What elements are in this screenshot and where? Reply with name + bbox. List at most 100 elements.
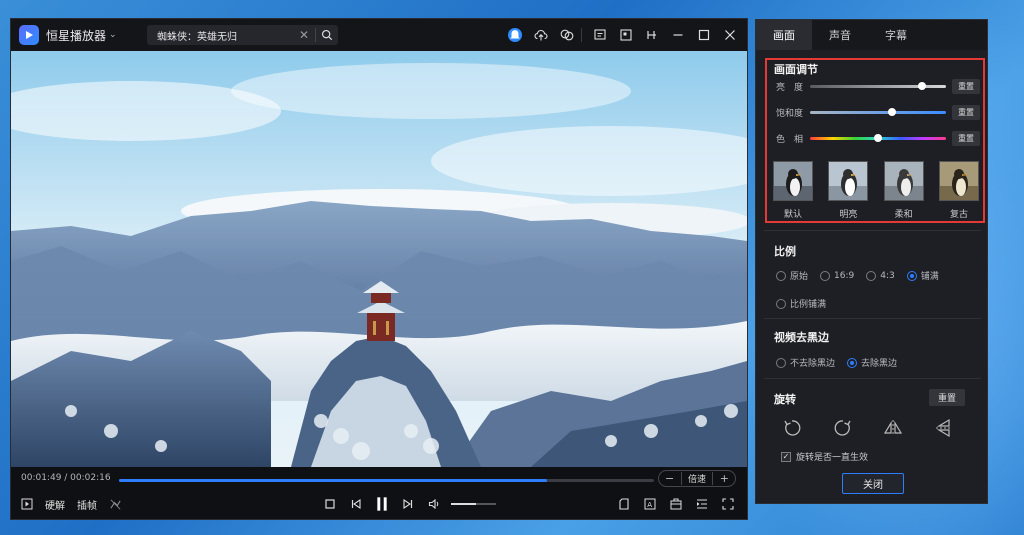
stop-icon[interactable] (319, 493, 341, 515)
feedback-icon[interactable] (589, 24, 611, 46)
ratio-proportional-fill-option[interactable]: 比例铺满 (776, 297, 826, 310)
subtitle-icon[interactable]: A (639, 493, 661, 515)
rotate-title: 旋转 (774, 393, 796, 406)
volume-slider[interactable] (451, 503, 496, 505)
control-center-group (319, 493, 496, 515)
rotate-right-icon[interactable] (831, 416, 855, 440)
flip-horizontal-icon[interactable] (881, 416, 905, 440)
ratio-proportional-fill-label: 比例铺满 (790, 300, 827, 310)
minimize-icon[interactable] (667, 24, 689, 46)
ratio-4-3-option[interactable]: 4:3 (866, 270, 895, 281)
brightness-reset-button[interactable]: 重置 (952, 78, 980, 94)
saturation-thumb[interactable] (887, 107, 896, 116)
keep-border-option[interactable]: 不去除黑边 (776, 356, 835, 369)
rotate-actions (780, 416, 956, 440)
preset-soft[interactable]: 柔和 (883, 161, 924, 220)
skin-icon[interactable] (615, 24, 637, 46)
app-name[interactable]: 恒星播放器 (46, 27, 106, 44)
tab-subtitle[interactable]: 字幕 (868, 20, 924, 50)
control-bar: 00:01:49 / 00:02:16 − 倍速 + 硬解 插帧 A (11, 467, 747, 519)
app-menu-chevron-icon[interactable]: ⌄ (109, 30, 117, 40)
hue-reset-button[interactable]: 重置 (952, 130, 980, 146)
saturation-row: 饱和度 重置 (776, 104, 982, 120)
radio-indicator-selected[interactable] (847, 357, 858, 368)
toolbox-icon[interactable] (665, 493, 687, 515)
radio-indicator[interactable] (820, 270, 831, 281)
preset-soft-thumbnail[interactable] (883, 161, 924, 201)
radio-indicator-selected[interactable] (906, 270, 917, 281)
saturation-reset-button[interactable]: 重置 (952, 104, 980, 120)
saturation-slider[interactable] (810, 107, 946, 116)
frame-insert-button[interactable]: 插帧 (77, 497, 97, 512)
speed-label[interactable]: 倍速 (680, 472, 713, 485)
maximize-icon[interactable] (693, 24, 715, 46)
speed-increase-button[interactable]: + (720, 472, 729, 485)
fullscreen-icon[interactable] (717, 493, 739, 515)
radio-indicator[interactable] (776, 298, 786, 309)
search-input[interactable]: 蜘蛛侠：英雄无归 (157, 28, 299, 43)
time-display: 00:01:49 / 00:02:16 (21, 473, 111, 483)
preset-bright-thumbnail[interactable] (828, 161, 869, 201)
brightness-slider[interactable] (810, 81, 946, 90)
section-divider (764, 318, 981, 319)
preset-bright-label: 明亮 (839, 210, 858, 220)
hue-row: 色 相 重置 (776, 130, 982, 146)
radio-indicator[interactable] (866, 270, 877, 281)
ratio-options-row-2: 比例铺满 (776, 297, 838, 310)
remove-border-option[interactable]: 去除黑边 (847, 356, 897, 369)
brightness-row: 亮 度 重置 (776, 78, 982, 94)
app-logo-icon[interactable] (19, 25, 39, 45)
hw-decode-button[interactable]: 硬解 (45, 497, 65, 512)
picture-adjust-title: 画面调节 (774, 63, 818, 76)
clear-search-icon[interactable]: ✕ (299, 28, 309, 42)
preset-retro-thumbnail[interactable] (938, 161, 979, 201)
flip-vertical-icon[interactable] (932, 416, 956, 440)
ratio-fill-option[interactable]: 铺满 (906, 269, 939, 282)
hue-thumb[interactable] (874, 133, 882, 142)
volume-icon[interactable] (423, 493, 445, 515)
rotate-left-icon[interactable] (780, 416, 804, 440)
search-box[interactable]: 蜘蛛侠：英雄无归 ✕ (147, 25, 338, 45)
pause-icon[interactable] (371, 493, 393, 515)
progress-fill (119, 479, 547, 482)
extra-effect-icon[interactable] (109, 498, 122, 511)
tab-audio[interactable]: 声音 (812, 20, 868, 50)
previous-icon[interactable] (345, 493, 367, 515)
preset-default[interactable]: 默认 (773, 161, 813, 220)
hue-slider[interactable] (810, 133, 946, 142)
pin-icon[interactable] (641, 24, 663, 46)
player-window: 恒星播放器 ⌄ 蜘蛛侠：英雄无归 ✕ 00:01:49 / 00:02:16 −… (10, 18, 748, 520)
tab-picture[interactable]: 画面 (756, 20, 812, 50)
close-icon[interactable] (719, 24, 741, 46)
video-frame[interactable] (11, 51, 747, 467)
notification-icon[interactable] (504, 24, 526, 46)
speed-decrease-button[interactable]: − (665, 472, 674, 485)
search-icon[interactable] (316, 25, 338, 45)
playlist-toggle-icon[interactable] (691, 493, 713, 515)
radio-indicator[interactable] (776, 357, 786, 368)
svg-text:A: A (647, 501, 652, 509)
control-right-group: A (609, 493, 739, 515)
section-divider (764, 230, 981, 231)
close-panel-button[interactable]: 关闭 (842, 473, 904, 494)
preset-default-thumbnail[interactable] (773, 161, 813, 201)
cast-icon[interactable] (556, 24, 578, 46)
rotate-persist-checkbox[interactable]: ✓ (781, 451, 791, 462)
rotate-reset-button[interactable]: 重置 (929, 389, 965, 406)
preset-retro[interactable]: 复古 (938, 161, 979, 220)
brightness-thumb[interactable] (917, 81, 926, 90)
screenshot-icon[interactable] (613, 493, 635, 515)
ratio-4-3-label: 4:3 (880, 270, 895, 281)
ratio-original-option[interactable]: 原始 (776, 269, 808, 282)
ratio-original-label: 原始 (790, 272, 809, 282)
preset-bright[interactable]: 明亮 (828, 161, 869, 220)
playlist-icon[interactable] (21, 498, 33, 510)
ratio-16-9-option[interactable]: 16:9 (820, 270, 854, 281)
rotate-persist-checkbox-row[interactable]: ✓ 旋转是否一直生效 (781, 450, 868, 463)
cloud-upload-icon[interactable] (530, 24, 552, 46)
ratio-fill-label: 铺满 (920, 272, 939, 282)
radio-indicator[interactable] (776, 270, 786, 281)
black-border-title: 视频去黑边 (774, 331, 829, 344)
progress-bar[interactable] (119, 479, 654, 482)
next-icon[interactable] (397, 493, 419, 515)
